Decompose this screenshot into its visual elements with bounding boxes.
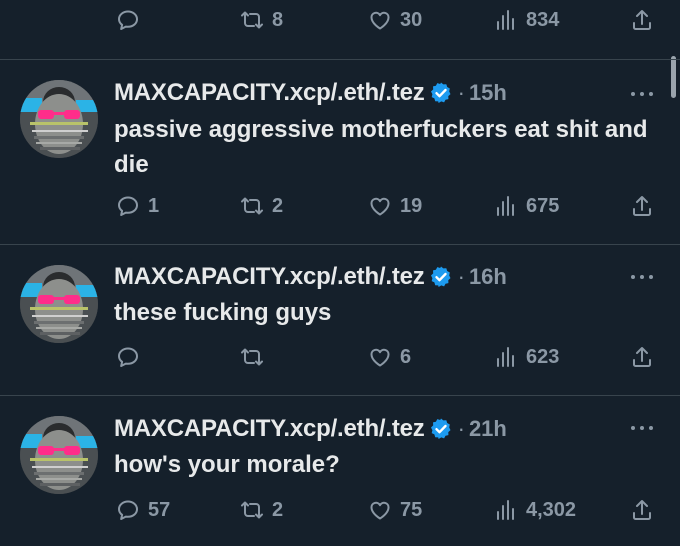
speech-bubble-icon [116, 498, 140, 522]
retweet-arrows-icon [240, 8, 264, 32]
share-button[interactable] [630, 0, 654, 40]
author-name[interactable]: MAXCAPACITY.xcp/.eth/.tez [114, 415, 425, 443]
tweet-text: these fucking guys [114, 299, 332, 326]
retweet-button[interactable]: 2 [240, 490, 283, 530]
tweet-actions: 57 2 75 4,302 [0, 490, 680, 530]
share-button[interactable] [630, 337, 654, 377]
view-count: 675 [526, 194, 560, 217]
tweet-header: MAXCAPACITY.xcp/.eth/.tez · 15h [114, 78, 507, 108]
upload-arrow-icon [630, 8, 654, 32]
share-button[interactable] [630, 186, 654, 226]
heart-icon [368, 194, 392, 218]
top-tweet-actions: 8 30 834 [0, 0, 680, 40]
retweet-button[interactable]: 8 [240, 0, 283, 40]
author-name[interactable]: MAXCAPACITY.xcp/.eth/.tez [114, 79, 425, 107]
ellipsis-icon [628, 267, 656, 287]
avatar[interactable] [20, 416, 98, 494]
retweet-arrows-icon [240, 498, 264, 522]
speech-bubble-icon [116, 345, 140, 369]
timestamp[interactable]: 16h [469, 264, 507, 290]
avatar-image [20, 80, 98, 158]
retweet-count: 2 [272, 498, 284, 521]
views-button[interactable]: 623 [494, 337, 559, 377]
like-count: 6 [400, 345, 412, 368]
separator-dot: · [457, 80, 465, 105]
like-button[interactable]: 30 [368, 0, 422, 40]
separator-dot: · [457, 264, 465, 289]
ellipsis-icon [628, 418, 656, 438]
like-count: 19 [400, 194, 423, 217]
tweet[interactable]: MAXCAPACITY.xcp/.eth/.tez · 15h passive … [0, 60, 680, 244]
more-options-button[interactable] [628, 418, 656, 438]
reply-button[interactable] [116, 337, 148, 377]
like-count: 75 [400, 498, 423, 521]
reply-count: 1 [148, 194, 160, 217]
verified-badge-icon [429, 417, 453, 441]
retweet-button[interactable] [240, 337, 272, 377]
tweet-header: MAXCAPACITY.xcp/.eth/.tez · 21h [114, 414, 507, 444]
separator-dot: · [457, 416, 465, 441]
views-button[interactable]: 675 [494, 186, 559, 226]
author-name[interactable]: MAXCAPACITY.xcp/.eth/.tez [114, 263, 425, 291]
tweet-actions: 6 623 [0, 337, 680, 377]
share-button[interactable] [630, 490, 654, 530]
timestamp[interactable]: 15h [469, 80, 507, 106]
ellipsis-icon [628, 84, 656, 104]
bar-chart-icon [494, 345, 518, 369]
like-button[interactable]: 6 [368, 337, 411, 377]
tweet[interactable]: MAXCAPACITY.xcp/.eth/.tez · 21h how's yo… [0, 396, 680, 546]
avatar[interactable] [20, 80, 98, 158]
reply-button[interactable]: 1 [116, 186, 159, 226]
bar-chart-icon [494, 194, 518, 218]
tweet-text: how's your morale? [114, 451, 340, 478]
retweet-arrows-icon [240, 345, 264, 369]
upload-arrow-icon [630, 194, 654, 218]
tweet-actions: 1 2 19 675 [0, 186, 680, 226]
upload-arrow-icon [630, 498, 654, 522]
speech-bubble-icon [116, 8, 140, 32]
tweet[interactable]: MAXCAPACITY.xcp/.eth/.tez · 16h these fu… [0, 245, 680, 395]
heart-icon [368, 498, 392, 522]
verified-badge-icon [429, 81, 453, 105]
retweet-count: 2 [272, 194, 284, 217]
speech-bubble-icon [116, 194, 140, 218]
avatar-image [20, 416, 98, 494]
like-count: 30 [400, 8, 423, 31]
upload-arrow-icon [630, 345, 654, 369]
bar-chart-icon [494, 498, 518, 522]
retweet-button[interactable]: 2 [240, 186, 283, 226]
like-button[interactable]: 75 [368, 490, 422, 530]
retweet-count: 8 [272, 8, 284, 31]
view-count: 834 [526, 8, 560, 31]
like-button[interactable]: 19 [368, 186, 422, 226]
verified-badge-icon [429, 265, 453, 289]
reply-button[interactable]: 57 [116, 490, 170, 530]
heart-icon [368, 8, 392, 32]
timestamp[interactable]: 21h [469, 416, 507, 442]
tweet-header: MAXCAPACITY.xcp/.eth/.tez · 16h [114, 262, 507, 292]
more-options-button[interactable] [628, 84, 656, 104]
heart-icon [368, 345, 392, 369]
more-options-button[interactable] [628, 267, 656, 287]
avatar[interactable] [20, 265, 98, 343]
views-button[interactable]: 4,302 [494, 490, 576, 530]
view-count: 623 [526, 345, 560, 368]
tweet-text: passive aggressive motherfuckers eat shi… [114, 116, 648, 178]
avatar-image [20, 265, 98, 343]
retweet-arrows-icon [240, 194, 264, 218]
reply-count: 57 [148, 498, 171, 521]
view-count: 4,302 [526, 498, 577, 521]
reply-button[interactable] [116, 0, 148, 40]
views-button[interactable]: 834 [494, 0, 559, 40]
bar-chart-icon [494, 8, 518, 32]
